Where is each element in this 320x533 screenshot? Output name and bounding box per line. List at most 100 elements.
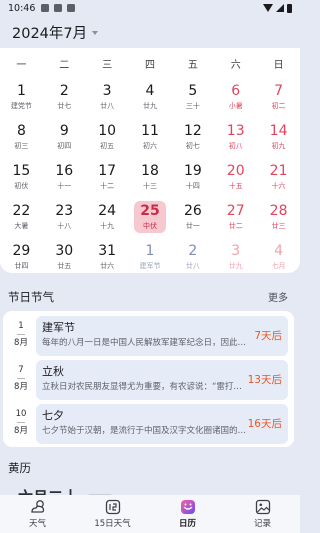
day-cell[interactable]: 30 廿五	[43, 241, 86, 281]
lunar-label: 初六	[142, 142, 157, 150]
lunar-label: 初五	[100, 142, 115, 150]
day-number: 24	[98, 203, 117, 219]
day-cell[interactable]: 17 十二	[86, 161, 129, 201]
day-number: 20	[226, 163, 245, 179]
today-cell[interactable]: 25 中伏	[129, 201, 172, 241]
festival-countdown: 16天后	[247, 418, 282, 430]
day-cell[interactable]: 8 初三	[0, 121, 43, 161]
festival-date: 7 8月	[14, 362, 28, 395]
weekday-label: 五	[187, 60, 198, 71]
app-notification-icon	[67, 4, 76, 12]
lunar-label: 初伏	[14, 182, 29, 190]
more-link[interactable]: 更多	[268, 289, 288, 304]
day-cell[interactable]: 24 十九	[86, 201, 129, 241]
day-number: 4	[145, 83, 155, 99]
day-cell[interactable]: 29 廿四	[0, 241, 43, 281]
day-cell[interactable]: 1 建军节	[129, 241, 172, 281]
lunar-label: 十九	[100, 222, 115, 230]
festival-description: 立秋日对农民朋友显得尤为重要，有农谚说：“雷打秋…	[42, 382, 248, 392]
lunar-label: 建党节	[10, 102, 32, 110]
day-cell[interactable]: 12 初七	[171, 121, 214, 161]
day-cell[interactable]: 20 十五	[214, 161, 257, 201]
day-cell[interactable]: 22 大暑	[0, 201, 43, 241]
festival-list: 1 8月 建军节 每年的八月一日是中国人民解放军建军纪念日，因此也… 7天后 7…	[3, 311, 294, 447]
day-number: 16	[55, 163, 74, 179]
calendar-icon	[179, 499, 197, 515]
lunar-label: 廿四	[14, 262, 29, 270]
day-number: 21	[269, 163, 288, 179]
day-cell[interactable]: 4 七月	[257, 241, 300, 281]
day-cell[interactable]: 14 初九	[257, 121, 300, 161]
lunar-label: 廿九	[228, 262, 243, 270]
day-number: 13	[226, 123, 245, 139]
festival-month: 8月	[14, 426, 28, 436]
festival-date: 1 8月	[14, 318, 28, 351]
nav-weather[interactable]: 天气	[0, 495, 75, 533]
day-number: 29	[12, 243, 31, 259]
day-cell[interactable]: 3 廿八	[86, 81, 129, 121]
lunar-label: 建军节	[139, 262, 161, 270]
nav-calendar[interactable]: 日历	[150, 495, 225, 533]
day-number: 2	[188, 243, 198, 259]
festivals-title: 节日节气	[8, 290, 54, 304]
day-cell[interactable]: 27 廿二	[214, 201, 257, 241]
lunar-label: 中伏	[142, 222, 157, 230]
day-cell[interactable]: 15 初伏	[0, 161, 43, 201]
nav-15day-forecast[interactable]: 15日天气	[75, 495, 150, 533]
lunar-label: 初七	[185, 142, 200, 150]
day-number: 19	[183, 163, 202, 179]
lunar-label: 十四	[185, 182, 200, 190]
day-number: 11	[141, 123, 159, 139]
day-number: 27	[226, 203, 245, 219]
day-number: 30	[55, 243, 74, 259]
lunar-label: 初八	[228, 142, 243, 150]
day-number: 3	[231, 243, 241, 259]
day-number: 1	[16, 83, 26, 99]
day-cell[interactable]: 23 十八	[43, 201, 86, 241]
day-cell[interactable]: 26 廿一	[171, 201, 214, 241]
nav-record[interactable]: 记录	[225, 495, 300, 533]
day-cell[interactable]: 16 十一	[43, 161, 86, 201]
lunar-label: 十六	[271, 182, 286, 190]
day-cell[interactable]: 11 初六	[129, 121, 172, 161]
day-cell[interactable]: 13 初八	[214, 121, 257, 161]
festival-body: 七夕 七夕节始于汉朝，是流行于中国及汉字文化圈诸国的传… 16天后	[36, 404, 288, 444]
lunar-label: 三十	[185, 102, 200, 110]
festival-name: 建军节	[42, 321, 75, 334]
lunar-label: 初四	[57, 142, 72, 150]
day-cell[interactable]: 28 廿三	[257, 201, 300, 241]
weekday-label: 三	[102, 60, 113, 71]
lunar-label: 廿九	[142, 102, 157, 110]
day-cell[interactable]: 21 十六	[257, 161, 300, 201]
day-cell[interactable]: 18 十三	[129, 161, 172, 201]
day-number: 3	[102, 83, 112, 99]
month-selector[interactable]: 2024年7月	[12, 22, 99, 43]
day-number: 4	[274, 243, 284, 259]
day-grid: 1 建党节 2 廿七 3 廿八 4 廿九 5 三十 6 小暑 7 初二 8 初三 9 初四 10 初五 11 初六 12 初七…	[0, 81, 300, 281]
nav-label: 日历	[178, 519, 196, 529]
day-cell[interactable]: 2 廿七	[43, 81, 86, 121]
day-cell[interactable]: 4 廿九	[129, 81, 172, 121]
day-cell[interactable]: 9 初四	[43, 121, 86, 161]
festival-item[interactable]: 10 8月 七夕 七夕节始于汉朝，是流行于中国及汉字文化圈诸国的传… 16天后	[3, 402, 294, 444]
lunar-label: 廿六	[100, 262, 115, 270]
festival-countdown: 13天后	[247, 374, 282, 386]
festival-item[interactable]: 7 8月 立秋 立秋日对农民朋友显得尤为重要，有农谚说：“雷打秋… 13天后	[3, 358, 294, 400]
festival-item[interactable]: 1 8月 建军节 每年的八月一日是中国人民解放军建军纪念日，因此也… 7天后	[3, 314, 294, 356]
day-cell[interactable]: 19 十四	[171, 161, 214, 201]
day-cell[interactable]: 3 廿九	[214, 241, 257, 281]
weekday-label: 一	[16, 60, 27, 71]
day-cell[interactable]: 31 廿六	[86, 241, 129, 281]
day-cell[interactable]: 10 初五	[86, 121, 129, 161]
lunar-label: 初二	[271, 102, 286, 110]
weekday-header: 一 二 三 四 五 六 日	[0, 56, 300, 72]
festival-day: 1	[18, 321, 24, 331]
day-cell[interactable]: 7 初二	[257, 81, 300, 121]
lunar-label: 十八	[57, 222, 72, 230]
day-cell[interactable]: 1 建党节	[0, 81, 43, 121]
festival-countdown: 7天后	[254, 330, 282, 342]
day-cell[interactable]: 6 小暑	[214, 81, 257, 121]
day-cell[interactable]: 2 廿八	[171, 241, 214, 281]
day-cell[interactable]: 5 三十	[171, 81, 214, 121]
day-number: 17	[98, 163, 117, 179]
